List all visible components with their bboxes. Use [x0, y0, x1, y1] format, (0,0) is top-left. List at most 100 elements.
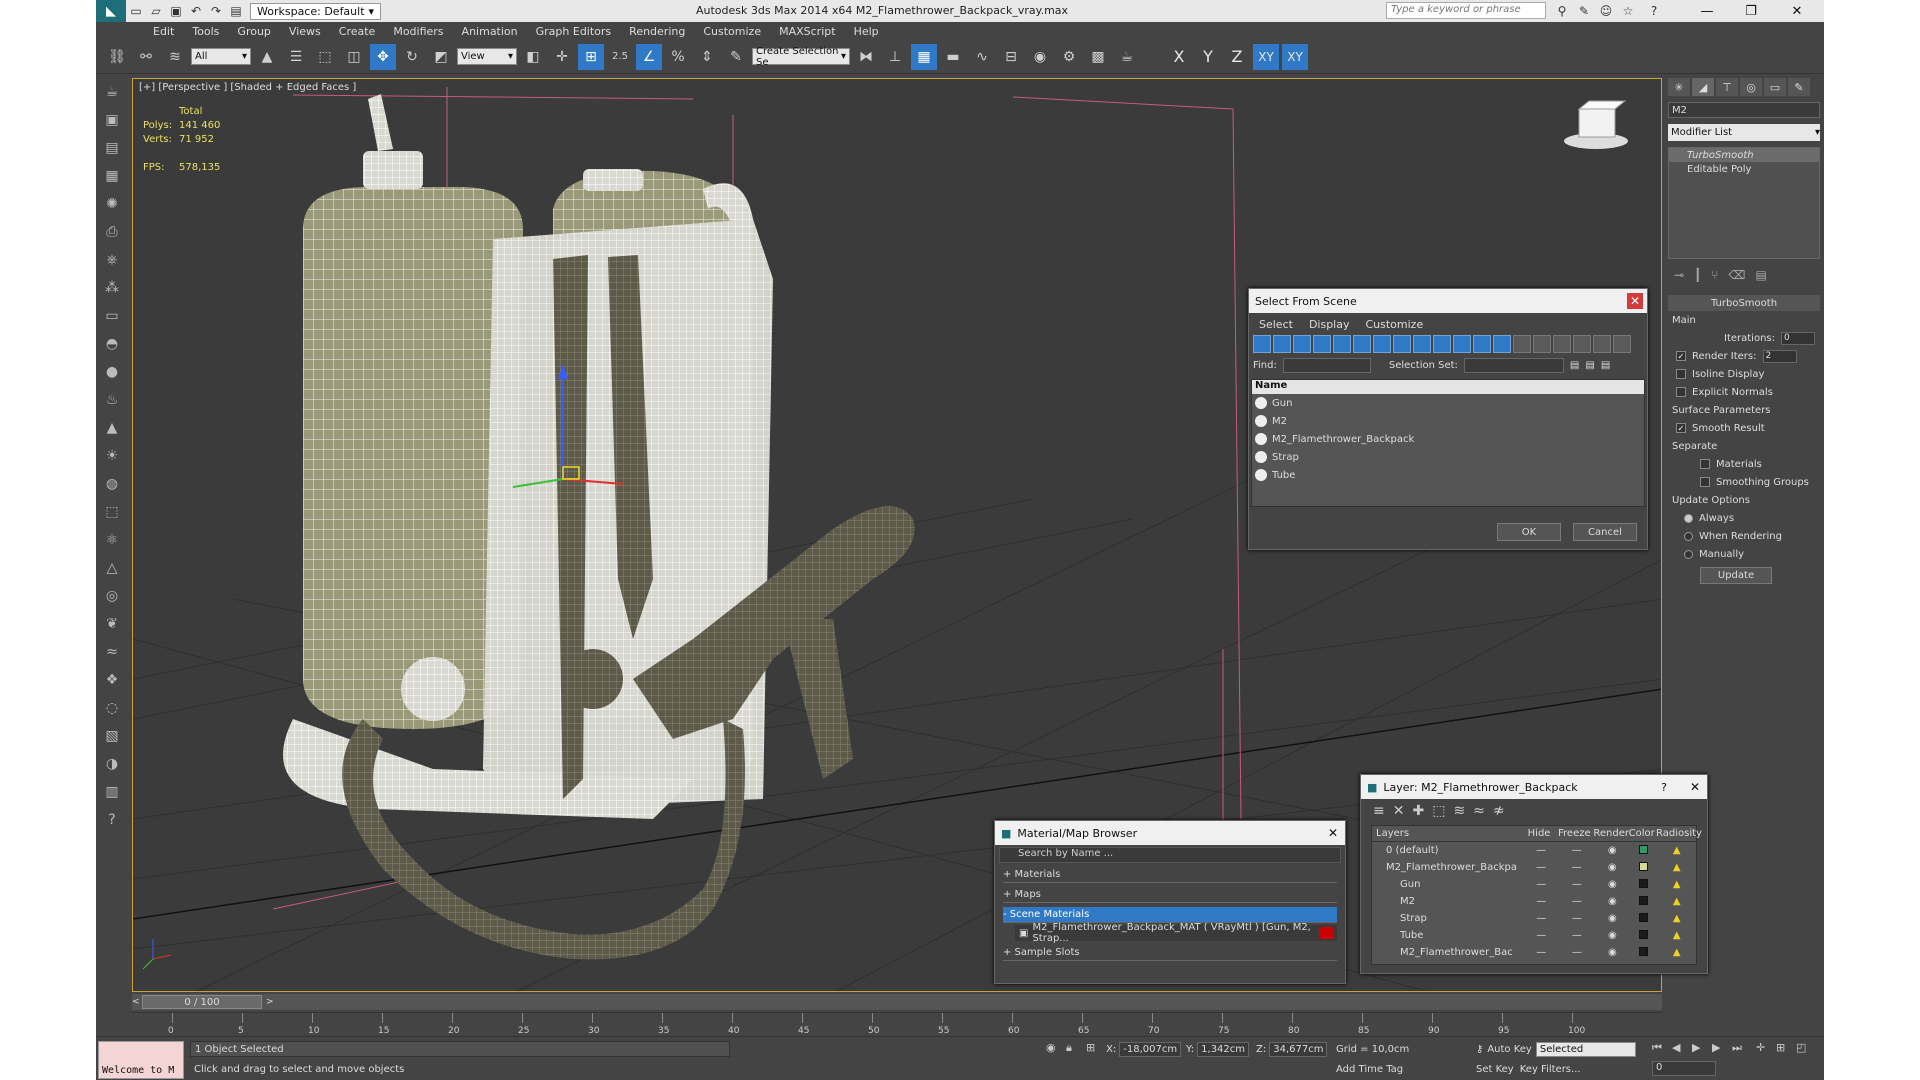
- filter-frozen-icon[interactable]: [1453, 335, 1471, 353]
- select-rotate-icon[interactable]: ↻: [399, 44, 425, 70]
- render-toggle[interactable]: ◉: [1596, 930, 1629, 941]
- lock-selection-icon[interactable]: 🔒︎: [1066, 1041, 1072, 1055]
- menu-edit[interactable]: Edit: [144, 25, 183, 38]
- color-swatch[interactable]: [1629, 912, 1658, 925]
- menu-customize[interactable]: Customize: [1365, 318, 1423, 331]
- remove-modifier-icon[interactable]: ⌫: [1729, 268, 1746, 282]
- layer-explorer-icon[interactable]: ▦: [911, 43, 937, 70]
- axis-xy-cycle-button[interactable]: XY: [1282, 43, 1308, 70]
- add-to-layer-icon[interactable]: ✚: [1412, 803, 1424, 819]
- selection-filter-dropdown[interactable]: All ▾: [191, 48, 251, 65]
- track-bar[interactable]: 0 5 10 15 20 25 30 35 40 45 50 55 60 65 70 75 80 85 90 95 10…: [132, 1012, 1662, 1036]
- filter-shapes-icon[interactable]: [1273, 335, 1291, 353]
- group-scene-materials[interactable]: - Scene Materials: [1003, 907, 1337, 923]
- filter-bones-icon[interactable]: [1413, 335, 1431, 353]
- schematic-view-icon[interactable]: ⊟: [998, 44, 1024, 70]
- save-icon[interactable]: ▣: [166, 2, 186, 20]
- freeze-toggle[interactable]: —: [1558, 947, 1596, 958]
- pyramid-icon[interactable]: △: [100, 556, 124, 580]
- menu-group[interactable]: Group: [228, 25, 280, 38]
- cancel-button[interactable]: Cancel: [1573, 523, 1637, 541]
- menu-tools[interactable]: Tools: [183, 25, 228, 38]
- ok-button[interactable]: OK: [1497, 523, 1561, 541]
- earth-icon[interactable]: ◑: [100, 752, 124, 776]
- manually-radio[interactable]: [1684, 549, 1693, 559]
- hide-toggle[interactable]: —: [1525, 879, 1558, 890]
- viewport-label[interactable]: [+] [Perspective ] [Shaded + Edged Faces…: [139, 82, 356, 93]
- next-frame-btn-icon[interactable]: ▶: [1712, 1041, 1720, 1054]
- create-layer-icon[interactable]: ≡: [1373, 803, 1385, 819]
- color-swatch[interactable]: [1629, 946, 1658, 959]
- tab-motion-icon[interactable]: ◎: [1740, 78, 1762, 96]
- geosphere-icon[interactable]: ◍: [100, 472, 124, 496]
- color-swatch[interactable]: [1629, 895, 1658, 908]
- teapot-icon[interactable]: ☕: [100, 80, 124, 104]
- key-mode-dropdown[interactable]: Selected: [1535, 1041, 1636, 1057]
- stack-item-editable-poly[interactable]: Editable Poly: [1669, 162, 1819, 176]
- radiosity-toggle[interactable]: ▲: [1658, 930, 1696, 941]
- redo-icon[interactable]: ↷: [206, 2, 226, 20]
- filter-groups-icon[interactable]: [1373, 335, 1391, 353]
- favorite-icon[interactable]: ☆: [1618, 2, 1638, 20]
- helper-icon[interactable]: ⎈: [100, 248, 124, 272]
- close-icon[interactable]: ✕: [1325, 825, 1341, 841]
- hair-icon[interactable]: ≈: [100, 640, 124, 664]
- menu-display[interactable]: Display: [1309, 318, 1350, 331]
- angle-snap-icon[interactable]: ∠: [636, 43, 662, 70]
- keyboard-shortcut-override-icon[interactable]: ⊞: [578, 43, 604, 70]
- particles-icon[interactable]: ⁂: [100, 276, 124, 300]
- maximize-button[interactable]: ❐: [1730, 0, 1772, 22]
- rendered-frame-window-icon[interactable]: ▩: [1085, 44, 1111, 70]
- minimize-button[interactable]: —: [1686, 0, 1728, 22]
- freeze-toggle[interactable]: —: [1558, 930, 1596, 941]
- freeze-toggle[interactable]: —: [1557, 845, 1596, 856]
- tab-utilities-icon[interactable]: ✎: [1788, 78, 1810, 96]
- light-bulb-icon[interactable]: ✺: [100, 192, 124, 216]
- hide-toggle[interactable]: —: [1525, 913, 1558, 924]
- mesh-icon[interactable]: ⬚: [100, 500, 124, 524]
- hide-toggle[interactable]: —: [1525, 896, 1558, 907]
- axis-x-button[interactable]: X: [1166, 44, 1192, 70]
- filter-cameras-icon[interactable]: [1313, 335, 1331, 353]
- named-selection-set-dropdown[interactable]: Create Selection Se ▾: [752, 46, 850, 68]
- set-icon-b[interactable]: ▤: [1585, 360, 1594, 371]
- list-item[interactable]: M2: [1252, 412, 1644, 430]
- menu-rendering[interactable]: Rendering: [620, 25, 694, 38]
- table-row[interactable]: 0 (default) — — ◉ ▲: [1372, 842, 1696, 859]
- close-button[interactable]: ✕: [1776, 0, 1818, 22]
- list-item[interactable]: Strap: [1252, 448, 1644, 466]
- hide-toggle[interactable]: —: [1525, 845, 1558, 856]
- filter-xrefs-icon[interactable]: [1393, 335, 1411, 353]
- z-coordinate-field[interactable]: 34,677cm: [1269, 1041, 1328, 1057]
- hide-toggle[interactable]: —: [1525, 947, 1558, 958]
- menu-animation[interactable]: Animation: [453, 25, 527, 38]
- explicit-normals-checkbox[interactable]: [1676, 387, 1686, 397]
- hierarchy-icon[interactable]: [1593, 335, 1611, 353]
- isolate-icon[interactable]: ◉: [1046, 1041, 1056, 1054]
- hide-toggle[interactable]: —: [1525, 862, 1558, 873]
- smoothing-groups-checkbox[interactable]: [1700, 477, 1710, 487]
- help-circle-icon[interactable]: ?: [100, 808, 124, 832]
- table-row[interactable]: M2— — ◉ ▲: [1372, 893, 1696, 910]
- render-toggle[interactable]: ◉: [1596, 845, 1629, 856]
- radiosity-toggle[interactable]: ▲: [1658, 879, 1696, 890]
- isoline-checkbox[interactable]: [1676, 369, 1686, 379]
- go-to-start-icon[interactable]: ⏮: [1652, 1041, 1662, 1055]
- next-frame-icon[interactable]: >: [266, 997, 274, 1007]
- axis-y-button[interactable]: Y: [1195, 44, 1221, 70]
- maxscript-listener[interactable]: Welcome to M: [98, 1041, 184, 1079]
- sphere-icon[interactable]: ●: [100, 360, 124, 384]
- ball-icon[interactable]: ◌: [100, 696, 124, 720]
- time-slider[interactable]: 0 / 100: [142, 995, 262, 1009]
- filter-hidden-icon[interactable]: [1473, 335, 1491, 353]
- open-file-icon[interactable]: ▱: [146, 2, 166, 20]
- columns-icon[interactable]: [1613, 335, 1631, 353]
- table-row[interactable]: Gun — — ◉ ▲: [1372, 876, 1696, 893]
- render-toggle[interactable]: ◉: [1596, 947, 1629, 958]
- binoculars-icon[interactable]: ⚲: [1552, 2, 1572, 20]
- radiosity-toggle[interactable]: ▲: [1658, 896, 1696, 907]
- column-header-layers[interactable]: Layers: [1372, 828, 1523, 839]
- list-item[interactable]: Tube: [1252, 466, 1644, 484]
- find-input[interactable]: [1282, 357, 1371, 373]
- cone-icon[interactable]: ▲: [100, 416, 124, 440]
